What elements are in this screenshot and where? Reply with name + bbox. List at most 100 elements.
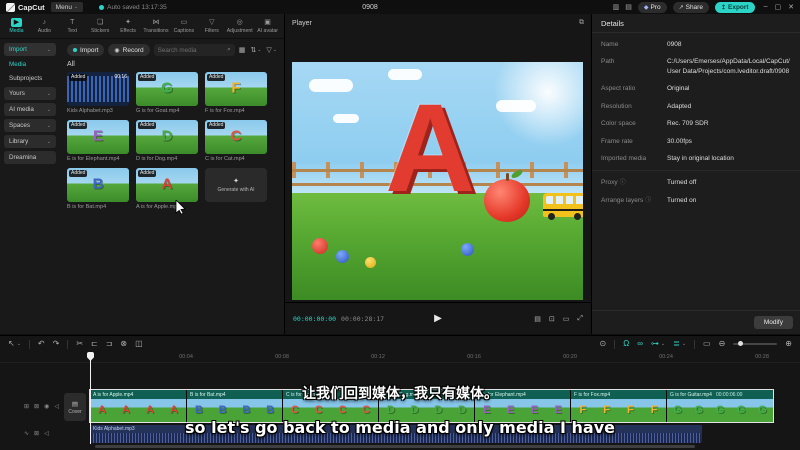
sidebar-item-dreamina[interactable]: Dreamina: [4, 151, 56, 164]
media-item[interactable]: G Added G is for Goat.mp4: [136, 72, 198, 114]
timeline-zoom-slider[interactable]: [733, 341, 778, 346]
detail-row: Frame rate 30.00fps: [601, 137, 692, 145]
tab-effects[interactable]: ✦ Effects: [115, 18, 142, 34]
minimize-button[interactable]: –: [764, 3, 768, 11]
filter-all-label[interactable]: All: [67, 61, 277, 68]
zoom-in-icon[interactable]: ⊕: [785, 340, 792, 348]
media-item[interactable]: F Added F is for Fox.mp4: [205, 72, 267, 114]
chevron-down-icon: ⌄: [660, 341, 666, 347]
tab-adjustment[interactable]: ◎ Adjustment: [226, 18, 253, 34]
timeline-horizontal-scrollbar[interactable]: [95, 445, 695, 448]
school-bus-art: [543, 192, 583, 220]
frame-view-icon[interactable]: ⊞: [24, 403, 29, 410]
video-preview[interactable]: A: [292, 62, 583, 300]
delete-icon[interactable]: ⊗: [120, 340, 127, 348]
filter-icon: ▽: [266, 47, 272, 54]
preview-axis-icon: ⊶: [650, 339, 659, 348]
media-item[interactable]: C Added C is for Cat.mp4: [205, 120, 267, 162]
modify-button[interactable]: Modify: [753, 316, 793, 329]
zoom-out-icon[interactable]: ⊖: [719, 340, 726, 348]
sidebar-item-media[interactable]: Media: [4, 59, 56, 70]
tab-transitions[interactable]: ⋈ Transitions: [143, 18, 170, 34]
undo-icon[interactable]: ↶: [38, 340, 45, 348]
record-button[interactable]: ◉ Record: [108, 44, 150, 56]
eye-icon[interactable]: ◉: [44, 403, 49, 410]
tab-text[interactable]: T Text: [59, 18, 86, 34]
tab-captions[interactable]: ▭ Captions: [170, 18, 197, 34]
ball-art: [335, 250, 349, 264]
fold-audio-button[interactable]: ≣ ⌄: [673, 340, 686, 348]
redo-icon[interactable]: ↷: [53, 340, 60, 348]
media-content: Import ◉ Record ⌕ ▦ ⇅ ⌄: [60, 39, 284, 334]
adjustment-icon: ◎: [236, 19, 243, 26]
grid-view-icon[interactable]: ▦: [239, 46, 246, 54]
menu-label: Menu: [55, 3, 72, 11]
trim-right-icon[interactable]: ⊐: [106, 340, 113, 348]
search-input[interactable]: [157, 46, 225, 54]
panel-layout-icon[interactable]: ▤: [625, 3, 632, 11]
fit-view-icon[interactable]: ⊡: [549, 315, 555, 323]
mirror-icon[interactable]: ◫: [135, 340, 143, 348]
sidebar-item-yours[interactable]: Yours ⌄: [4, 87, 56, 100]
mouse-cursor: [175, 200, 186, 215]
caption-box-icon[interactable]: ▭: [703, 340, 711, 348]
layout-toggle-icon[interactable]: ▥: [613, 3, 620, 11]
select-tool-button[interactable]: ↖ ⌄: [8, 340, 21, 348]
tab-audio[interactable]: ♪ Audio: [31, 18, 58, 34]
share-icon: ↗: [678, 4, 684, 11]
menu-button[interactable]: Menu ⌄: [50, 2, 84, 12]
sidebar-item-subprojects[interactable]: Subprojects: [4, 73, 56, 84]
pro-label: Pro: [650, 3, 661, 11]
share-button[interactable]: ↗ Share: [672, 1, 709, 13]
chevron-down-icon: ⌄: [46, 46, 51, 53]
chevron-down-icon: ⌄: [16, 341, 21, 347]
lock-icon[interactable]: ⊠: [34, 403, 39, 410]
sidebar-item-import[interactable]: Import ⌄: [4, 43, 56, 56]
sidebar-item-ai-media[interactable]: AI media ⌄: [4, 103, 56, 116]
sidebar-item-spaces[interactable]: Spaces ⌄: [4, 119, 56, 132]
chevron-down-icon: ⌄: [681, 341, 687, 347]
media-item[interactable]: E Added E is for Elephant.mp4: [67, 120, 129, 162]
import-button[interactable]: Import: [67, 44, 105, 56]
detach-player-icon[interactable]: ⧉: [579, 19, 584, 27]
export-button[interactable]: ↥ Export: [714, 1, 755, 13]
media-icon: ▶: [10, 18, 23, 27]
fullscreen-icon[interactable]: ⤢: [577, 315, 583, 323]
tab-filters[interactable]: ▽ Filters: [198, 18, 225, 34]
added-badge: Added: [207, 122, 226, 129]
timeline-ruler[interactable]: 00:04 00:08 00:12 00:16 00:20 00:24 00:2…: [0, 352, 800, 363]
zoom-slider-handle[interactable]: [738, 341, 744, 346]
ruler-label: 00:08: [275, 354, 289, 360]
cloud-art: [309, 78, 354, 92]
media-item[interactable]: B Added B is for Bat.mp4: [67, 168, 129, 210]
voiceover-mic-icon[interactable]: ⊙: [600, 340, 607, 348]
pro-button[interactable]: ◆ Pro: [637, 1, 667, 13]
preview-quality-icon[interactable]: ▤: [534, 315, 541, 323]
media-item-audio[interactable]: Added 00:16 Kids Alphabet.mp3: [67, 72, 129, 114]
filter-button[interactable]: ▽ ⌄: [266, 46, 277, 54]
linking-icon[interactable]: ∞: [637, 340, 643, 348]
sidebar-item-library[interactable]: Library ⌄: [4, 135, 56, 148]
mute-icon[interactable]: ◁: [54, 403, 59, 410]
search-box[interactable]: ⌕: [153, 44, 235, 56]
aspect-ratio-icon[interactable]: ▭: [563, 315, 570, 323]
maximize-button[interactable]: ▢: [775, 3, 782, 11]
added-badge: Added: [207, 74, 226, 81]
media-item[interactable]: A Added A is for Apple.mp4: [136, 168, 198, 215]
divider: [67, 339, 69, 349]
generate-with-ai-button[interactable]: ✦ Generate with AI: [205, 168, 267, 202]
snapping-icon[interactable]: Ω: [623, 340, 629, 348]
close-button[interactable]: ✕: [788, 3, 794, 11]
sort-button[interactable]: ⇅ ⌄: [250, 46, 261, 54]
cursor-icon: ↖: [8, 339, 15, 348]
play-button[interactable]: ▶: [434, 313, 442, 324]
preview-axis-button[interactable]: ⊶ ⌄: [651, 340, 665, 348]
split-icon[interactable]: ✂: [76, 340, 83, 348]
tab-ai-avatar[interactable]: ▣ AI avatar: [254, 18, 281, 34]
total-timecode: 00:00:28:17: [341, 314, 385, 323]
media-item[interactable]: D Added D is for Dog.mp4: [136, 120, 198, 162]
tab-media[interactable]: ▶ Media: [3, 18, 30, 34]
tab-stickers[interactable]: ❏ Stickers: [87, 18, 114, 34]
export-icon: ↥: [720, 4, 726, 11]
trim-left-icon[interactable]: ⊏: [91, 340, 98, 348]
